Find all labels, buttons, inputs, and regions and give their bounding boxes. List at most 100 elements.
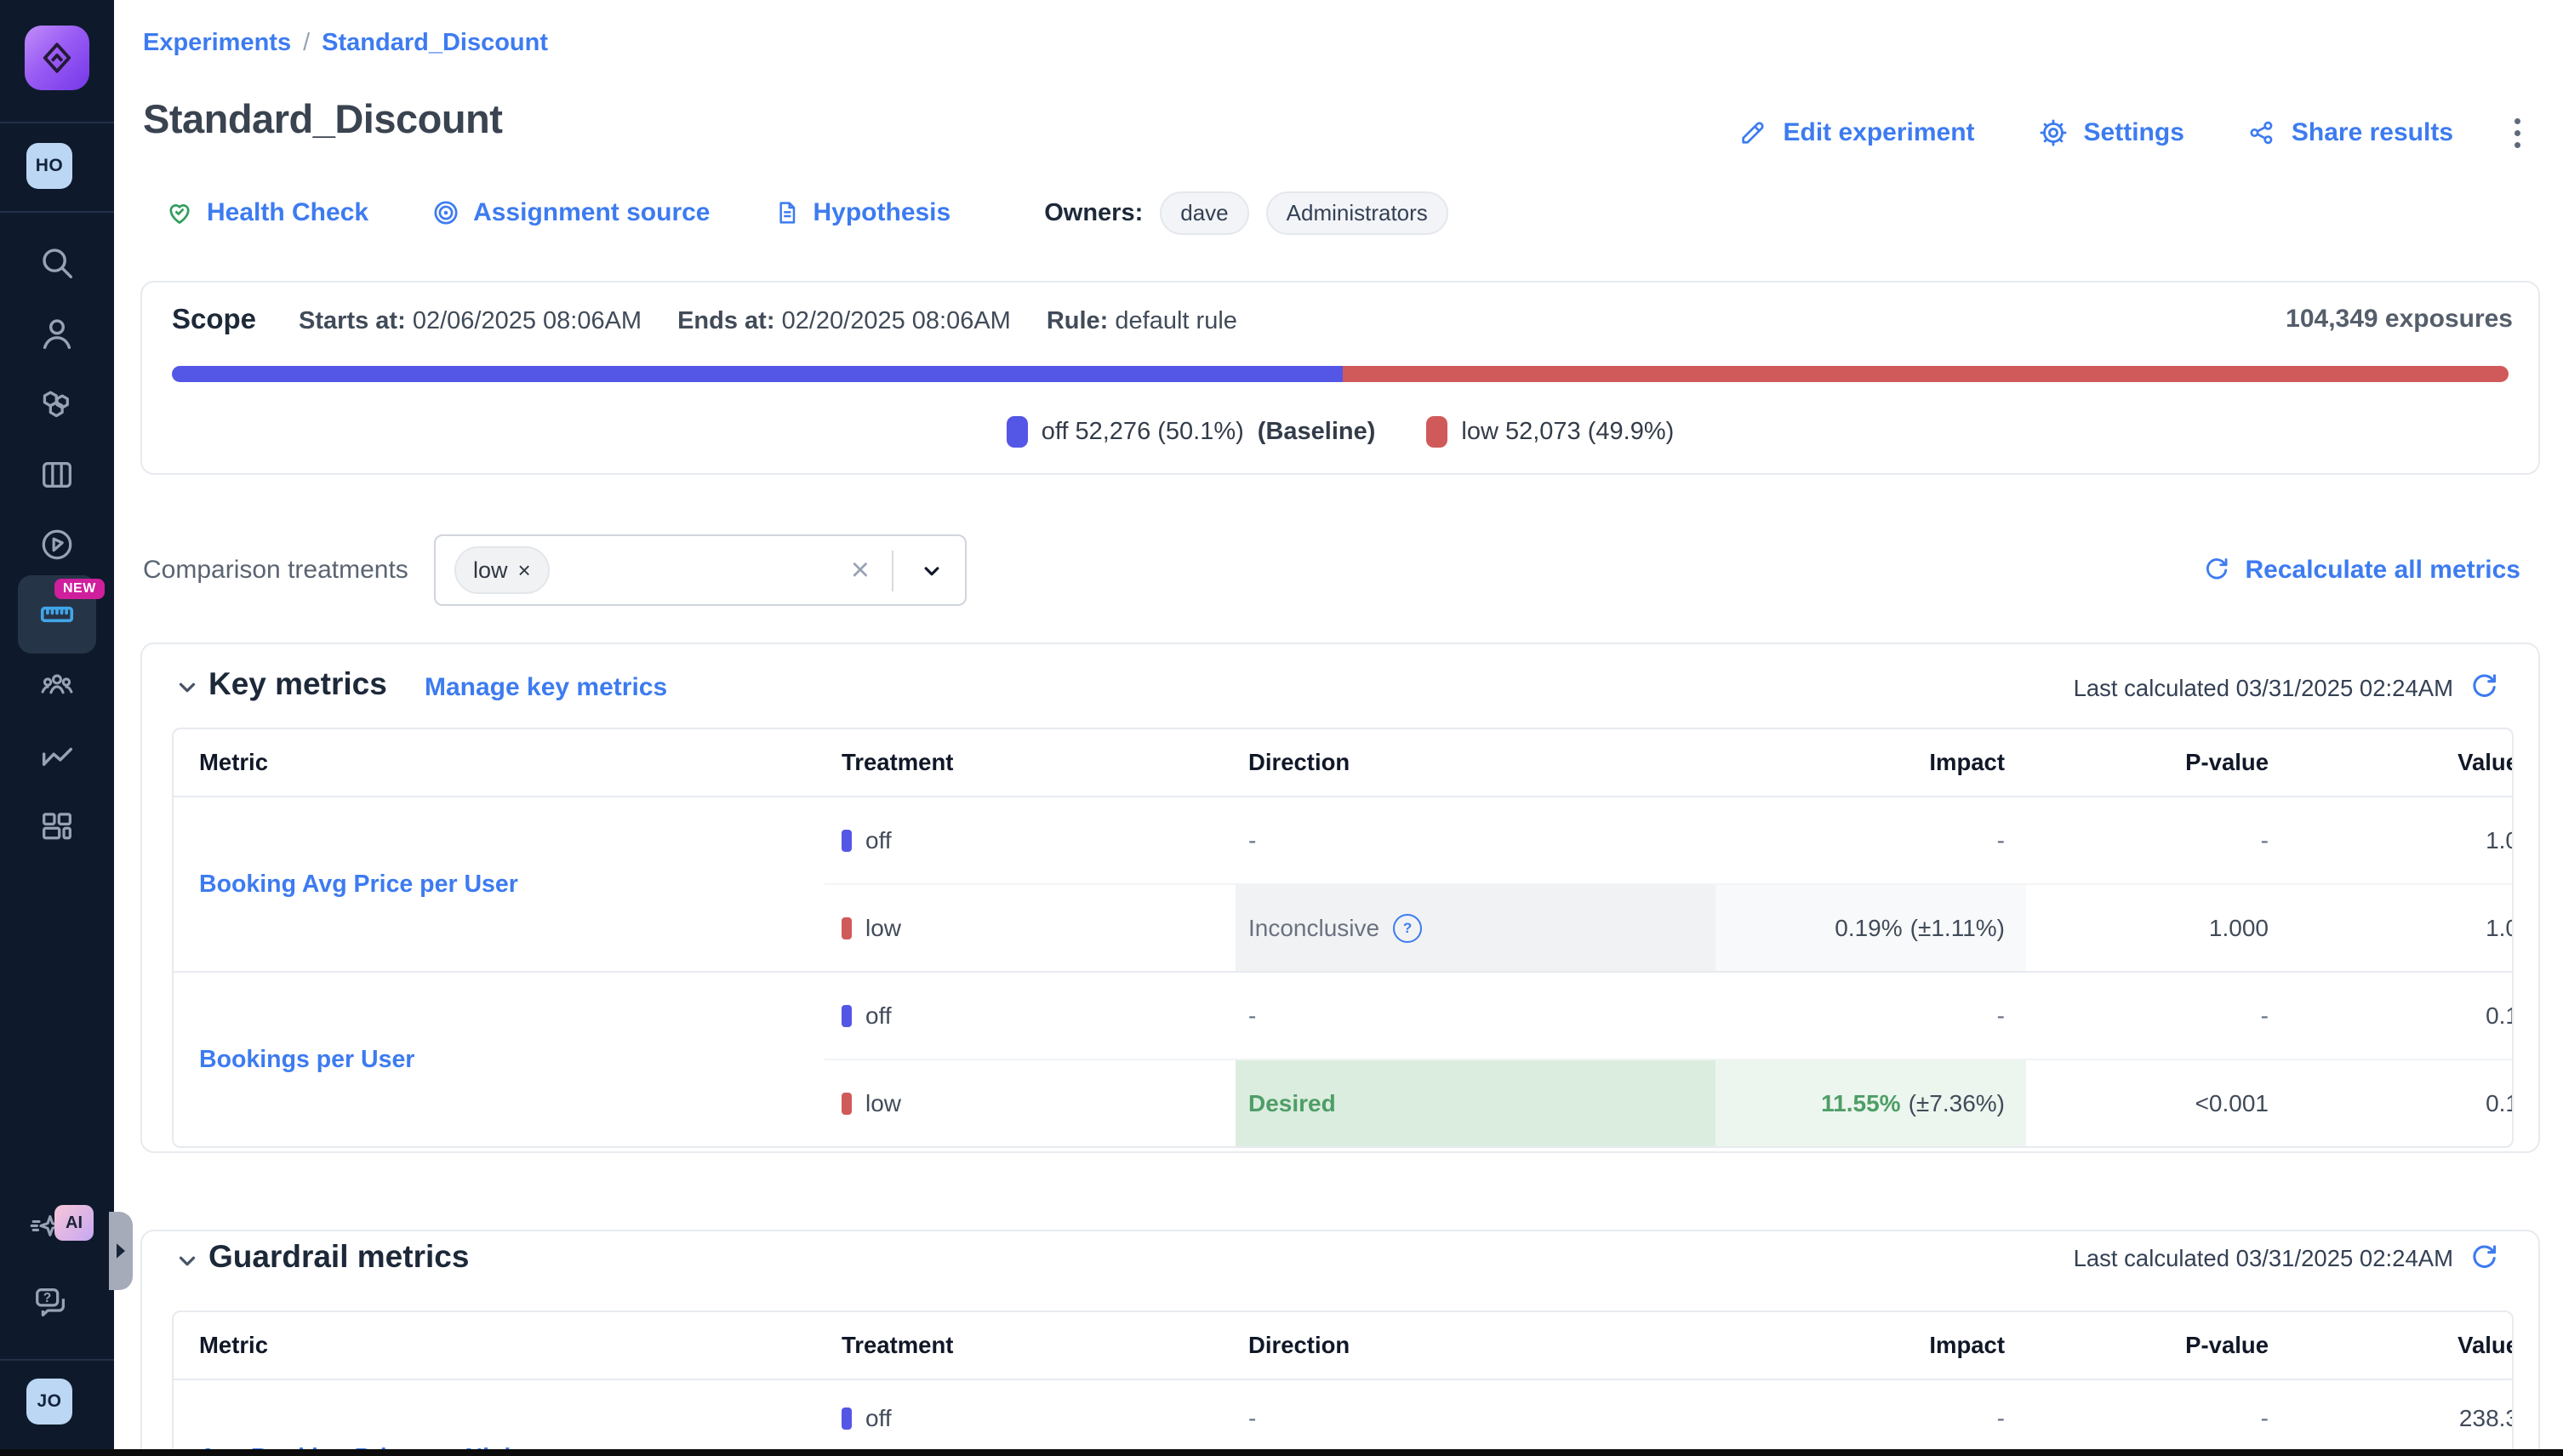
pvalue: - [2261, 1405, 2269, 1432]
refresh-icon[interactable] [2469, 671, 2500, 703]
treatment-chip-low[interactable]: low × [454, 546, 550, 594]
scope-bar-treatment [1343, 366, 2509, 382]
key-metrics-table: Metric Treatment Direction Impact P-valu… [172, 728, 2514, 1148]
settings-button[interactable]: Settings [2038, 117, 2184, 148]
chevron-right-icon [114, 1242, 128, 1259]
pencil-icon [1738, 118, 1767, 147]
sidebar-divider [0, 1359, 114, 1361]
select-clear-icon[interactable]: × [851, 548, 870, 592]
metric-link-booking-avg-price[interactable]: Booking Avg Price per User [199, 871, 518, 899]
share-results-button[interactable]: Share results [2247, 118, 2453, 147]
metric-group-bookings-per-user: Bookings per User off - - - 0.1 low Desi… [174, 971, 2512, 1146]
breadcrumb-experiments-link[interactable]: Experiments [143, 29, 291, 57]
metric-value: 1.0 [2486, 915, 2514, 942]
scope-title: Scope [172, 303, 256, 335]
treatment-label: off [865, 827, 892, 854]
collapse-section-icon[interactable] [174, 675, 200, 700]
ai-badge: AI [54, 1205, 94, 1241]
metric-name-cell: Bookings per User [174, 973, 825, 1146]
scope-starts: Starts at: 02/06/2025 08:06AM [299, 307, 642, 335]
metric-value: 0.1 [2486, 1090, 2514, 1117]
direction-value: - [1248, 827, 1256, 854]
hexagons-icon [37, 385, 77, 424]
treatment-chip-label: low [473, 557, 508, 584]
treatment-swatch-off [842, 1005, 852, 1027]
col-direction: Direction [1236, 749, 1715, 776]
manage-key-metrics-link[interactable]: Manage key metrics [425, 673, 667, 702]
app-logo[interactable] [25, 26, 89, 90]
sidebar-divider [0, 122, 114, 123]
search-icon [37, 243, 77, 283]
chevron-down-icon[interactable] [919, 558, 945, 584]
help-icon[interactable]: ? [1393, 914, 1422, 943]
workspace-badge[interactable]: HO [26, 143, 72, 189]
sidebar-item-metrics[interactable] [37, 735, 77, 774]
guardrail-metrics-table: Metric Treatment Direction Impact P-valu… [172, 1310, 2514, 1456]
direction-value: - [1248, 1002, 1256, 1030]
recalculate-label: Recalculate all metrics [2245, 556, 2520, 585]
health-check-link[interactable]: Health Check [165, 198, 368, 227]
sidebar-item-audiences[interactable] [37, 665, 77, 705]
pvalue: - [2261, 1002, 2269, 1030]
scope-bar-baseline [172, 366, 1343, 382]
horizontal-scrollbar[interactable] [0, 1449, 2563, 1456]
table-row-off: off - - - 238.3 [825, 1380, 2514, 1456]
columns-icon [37, 455, 77, 494]
assignment-source-link[interactable]: Assignment source [431, 198, 710, 227]
treatment-label: low [865, 915, 901, 942]
scope-header: Scope Starts at: 02/06/2025 08:06AM Ends… [172, 303, 1237, 335]
owners-label: Owners: [1044, 199, 1143, 227]
allocation-legend: off 52,276 (50.1%) (Baseline) low 52,073… [142, 412, 2538, 451]
metric-group-guardrail: Avg Booking Price per Night off - - - 23… [174, 1380, 2512, 1456]
legend-item-low: low 52,073 (49.9%) [1426, 416, 1674, 448]
scope-rule: Rule: default rule [1047, 307, 1237, 335]
sidebar-item-pulse[interactable] [37, 525, 77, 564]
share-icon [2247, 118, 2276, 147]
table-header: Metric Treatment Direction Impact P-valu… [174, 1312, 2512, 1380]
edit-experiment-button[interactable]: Edit experiment [1738, 118, 1974, 147]
heart-check-icon [165, 198, 194, 227]
comparison-treatments-label: Comparison treatments [143, 534, 408, 606]
chip-remove-icon[interactable]: × [518, 559, 531, 581]
sidebar-item-search[interactable] [37, 243, 77, 283]
new-badge: NEW [54, 579, 105, 599]
sidebar-item-layers[interactable] [37, 455, 77, 494]
gear-icon [2038, 117, 2069, 148]
people-group-icon [37, 665, 77, 705]
treatment-swatch-low [842, 1093, 852, 1115]
more-options-button[interactable] [2506, 115, 2529, 151]
edit-experiment-label: Edit experiment [1783, 118, 1974, 147]
recalculate-all-metrics-button[interactable]: Recalculate all metrics [2202, 534, 2520, 606]
owner-chip-dave[interactable]: dave [1160, 191, 1248, 235]
legend-swatch-treatment [1426, 416, 1447, 448]
dashboard-grid-icon [37, 807, 77, 846]
metric-name-cell: Avg Booking Price per Night [174, 1380, 825, 1456]
scope-card: Scope Starts at: 02/06/2025 08:06AM Ends… [140, 281, 2540, 475]
sidebar: HO NEW AI [0, 0, 114, 1456]
sidebar-item-users[interactable] [37, 314, 77, 353]
sidebar-item-feature-gates[interactable] [37, 385, 77, 424]
col-impact: Impact [1715, 1332, 2026, 1359]
impact-confidence-interval: (±7.36%) [1909, 1090, 2005, 1117]
sidebar-expand-handle[interactable] [109, 1212, 133, 1290]
sidebar-item-help[interactable]: ? [31, 1283, 71, 1322]
sidebar-item-dashboards[interactable] [37, 807, 77, 846]
breadcrumb-current[interactable]: Standard_Discount [322, 29, 548, 57]
hypothesis-label: Hypothesis [813, 198, 951, 227]
impact-value: - [1997, 1002, 2005, 1030]
refresh-icon[interactable] [2469, 1242, 2500, 1274]
treatment-swatch-off [842, 1407, 852, 1430]
refresh-icon [2202, 556, 2231, 585]
scope-ends: Ends at: 02/20/2025 08:06AM [677, 307, 1011, 335]
user-avatar[interactable]: JO [26, 1379, 72, 1425]
impact-value: 11.55% [1821, 1090, 1900, 1117]
owner-chip-administrators[interactable]: Administrators [1266, 191, 1448, 235]
document-icon [773, 199, 801, 226]
guardrail-last-calculated: Last calculated 03/31/2025 02:24AM [2074, 1245, 2453, 1272]
comparison-treatments-select[interactable]: low × × [434, 534, 967, 606]
hypothesis-link[interactable]: Hypothesis [773, 198, 951, 227]
metric-link-bookings-per-user[interactable]: Bookings per User [199, 1046, 414, 1074]
direction-value: - [1248, 1405, 1256, 1432]
flag-circle-icon [37, 525, 77, 564]
collapse-section-icon[interactable] [174, 1248, 200, 1274]
